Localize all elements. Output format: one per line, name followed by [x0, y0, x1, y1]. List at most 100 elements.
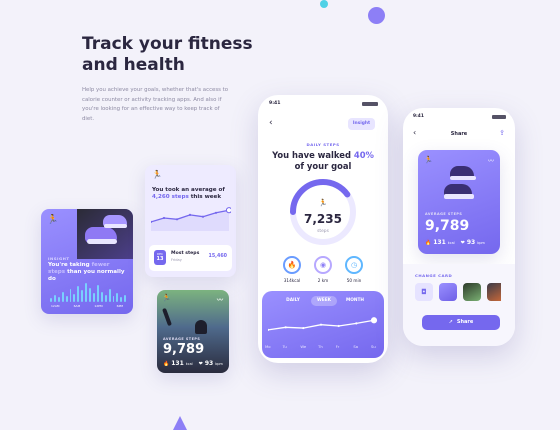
insight-button[interactable]: Insight: [348, 118, 375, 130]
day-label: Fr: [335, 344, 340, 349]
bpm-unit: bpm: [477, 241, 485, 245]
change-card-label: CHANGE CARD: [415, 273, 453, 278]
insight-bar: [89, 288, 91, 302]
average-steps-card[interactable]: 🏃 You took an average of 4,260 steps thi…: [145, 165, 236, 277]
kcal-unit: kcal: [185, 362, 193, 366]
kcal-value: 131: [433, 239, 446, 246]
decor-dot-teal: [320, 0, 328, 8]
share-icon[interactable]: ⇪: [499, 129, 505, 137]
line-point: [302, 326, 305, 330]
photo-steps-card[interactable]: 🏃 〰 AVERAGE STEPS 9,789 🔥 131 kcal ❤ 93 …: [157, 290, 229, 373]
camera-option-button[interactable]: ◘: [415, 283, 433, 301]
insight-bar-chart: [50, 281, 127, 302]
day-label: Su: [371, 344, 376, 349]
date-badge: DEC 13: [154, 250, 166, 265]
insight-label: INSIGHT: [48, 256, 70, 261]
card-style-option[interactable]: [463, 283, 481, 301]
kcal-value: 131: [171, 360, 184, 367]
insight-text-prefix: You're taking: [48, 262, 92, 268]
runner-icon: 🏃: [152, 170, 162, 179]
average-title-suffix: this week: [188, 194, 222, 200]
stat-value: 314kcal: [283, 278, 301, 283]
tab-week[interactable]: WEEK: [311, 296, 337, 306]
share-button-label: Share: [456, 319, 474, 325]
line-point: [355, 322, 358, 325]
share-phone: 9:41 ‹ Share ⇪ 🏃 〰 AVERAGE STEPS 9,789 🔥…: [403, 108, 515, 346]
photo-card-stats: 🔥 131 kcal ❤ 93 bpm: [163, 360, 223, 367]
sneaker-image: [77, 209, 133, 259]
insight-time-label: 6AM: [73, 304, 81, 308]
line-point: [175, 218, 179, 221]
runner-icon: 🏃: [424, 156, 433, 164]
main-phone: 9:41 ‹ Insight DAILY STEPS You have walk…: [258, 95, 388, 363]
hero-description: Help you achieve your goals, whether tha…: [82, 87, 229, 122]
insight-time-label: 12PM: [94, 304, 103, 308]
insight-bar: [92, 292, 95, 302]
most-steps-value: 15,460: [208, 254, 227, 259]
most-steps-row[interactable]: DEC 13 Most steps Friday 15,460: [149, 245, 232, 271]
status-icons: [362, 102, 378, 106]
runner-icon: 🏃: [162, 294, 171, 302]
insight-bar: [73, 293, 76, 302]
insight-bar: [112, 295, 115, 302]
insight-bar: [100, 291, 103, 302]
tab-daily[interactable]: DAILY: [280, 296, 306, 306]
goal-headline-suffix: of your goal: [294, 160, 352, 171]
bpm-value: 93: [204, 360, 214, 367]
insight-bar: [50, 297, 52, 302]
photo-card-label: AVERAGE STEPS: [163, 337, 201, 341]
line-point: [214, 211, 218, 214]
insight-bar: [96, 285, 99, 302]
line-point: [337, 324, 340, 328]
decor-triangle: [173, 416, 187, 430]
flame-icon: 🔥: [163, 361, 170, 367]
card-style-option[interactable]: [487, 283, 501, 301]
insight-time-axis: 12AM 6AM 12PM 6PM: [51, 304, 123, 308]
stat-value: 2 km: [317, 278, 329, 283]
runner-icon: 🏃: [318, 199, 328, 207]
share-card-stats: 🔥 131 kcal ❤ 93 bpm: [425, 239, 485, 246]
insight-time-label: 12AM: [51, 304, 60, 308]
card-style-option[interactable]: [439, 283, 457, 301]
insight-bar: [108, 289, 111, 302]
daily-steps-label: DAILY STEPS: [306, 142, 340, 147]
insight-bar: [124, 294, 127, 302]
day-label: Tu: [282, 344, 287, 349]
flame-icon: 🔥: [283, 256, 301, 274]
share-card-steps: 9,789: [425, 218, 470, 234]
camera-icon: ◘: [421, 288, 427, 296]
week-line-chart: [268, 317, 378, 331]
back-chevron-icon[interactable]: ‹: [269, 118, 273, 128]
stat-value: 50 min: [346, 278, 362, 283]
insight-bar: [104, 294, 107, 302]
day-axis: Mo Tu We Th Fr Sa Su: [265, 344, 378, 352]
timer-icon: ◷: [345, 256, 363, 274]
insight-bar: [53, 294, 56, 302]
person-silhouette: [195, 320, 207, 334]
runner-icon: 🏃: [47, 215, 59, 225]
hero-title: Track your fitness and health: [82, 34, 253, 75]
weekly-chart-panel: DAILY WEEK MONTH Mo Tu We Th Fr Sa Su: [262, 291, 384, 358]
average-title-highlight: 4,260 steps: [152, 194, 189, 200]
line-point: [319, 323, 323, 326]
insight-card[interactable]: 🏃 INSIGHT You're taking fewer steps than…: [41, 209, 133, 314]
line-point: [370, 317, 378, 324]
date-day: 13: [156, 256, 164, 262]
line-point: [225, 207, 231, 214]
photo-card-steps: 9,789: [163, 342, 205, 357]
sneaker-image: [438, 160, 490, 204]
average-title: You took an average of 4,260 steps this …: [152, 187, 232, 201]
share-arrow-icon: ➚: [448, 319, 453, 325]
share-button[interactable]: ➚ Share: [422, 315, 500, 330]
steps-value: 7,235: [304, 212, 342, 226]
day-label: We: [300, 344, 307, 349]
insight-time-label: 6PM: [116, 304, 123, 308]
insight-bar: [77, 286, 80, 302]
insight-text: You're taking fewer steps than you norma…: [48, 262, 128, 283]
insight-bar: [57, 296, 60, 302]
line-point: [162, 216, 166, 220]
goal-headline: You have walked 40% of your goal: [268, 150, 378, 171]
day-label: Mo: [265, 344, 271, 349]
insight-bar: [81, 290, 84, 302]
tab-month[interactable]: MONTH: [342, 296, 368, 306]
